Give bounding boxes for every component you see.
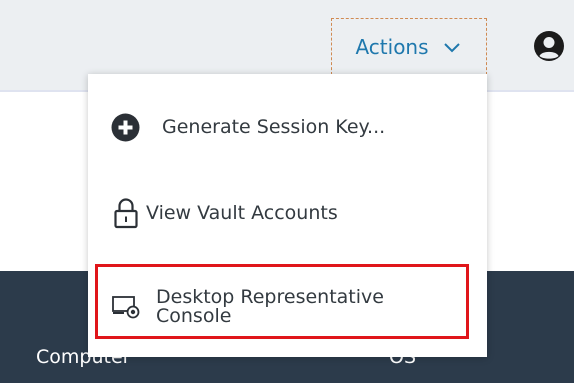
user-circle-icon[interactable] [533, 30, 565, 62]
menu-item-view-vault-accounts[interactable]: View Vault Accounts [88, 196, 487, 230]
highlight-annotation [95, 264, 469, 339]
chevron-down-icon [441, 36, 463, 58]
menu-item-label: View Vault Accounts [146, 202, 338, 224]
menu-item-generate-session-key[interactable]: Generate Session Key... [88, 110, 487, 144]
actions-dropdown-button[interactable]: Actions [331, 18, 487, 75]
actions-label: Actions [355, 34, 429, 59]
lock-icon [114, 197, 138, 229]
plus-circle-icon [111, 113, 140, 142]
menu-item-label: Generate Session Key... [162, 116, 386, 138]
